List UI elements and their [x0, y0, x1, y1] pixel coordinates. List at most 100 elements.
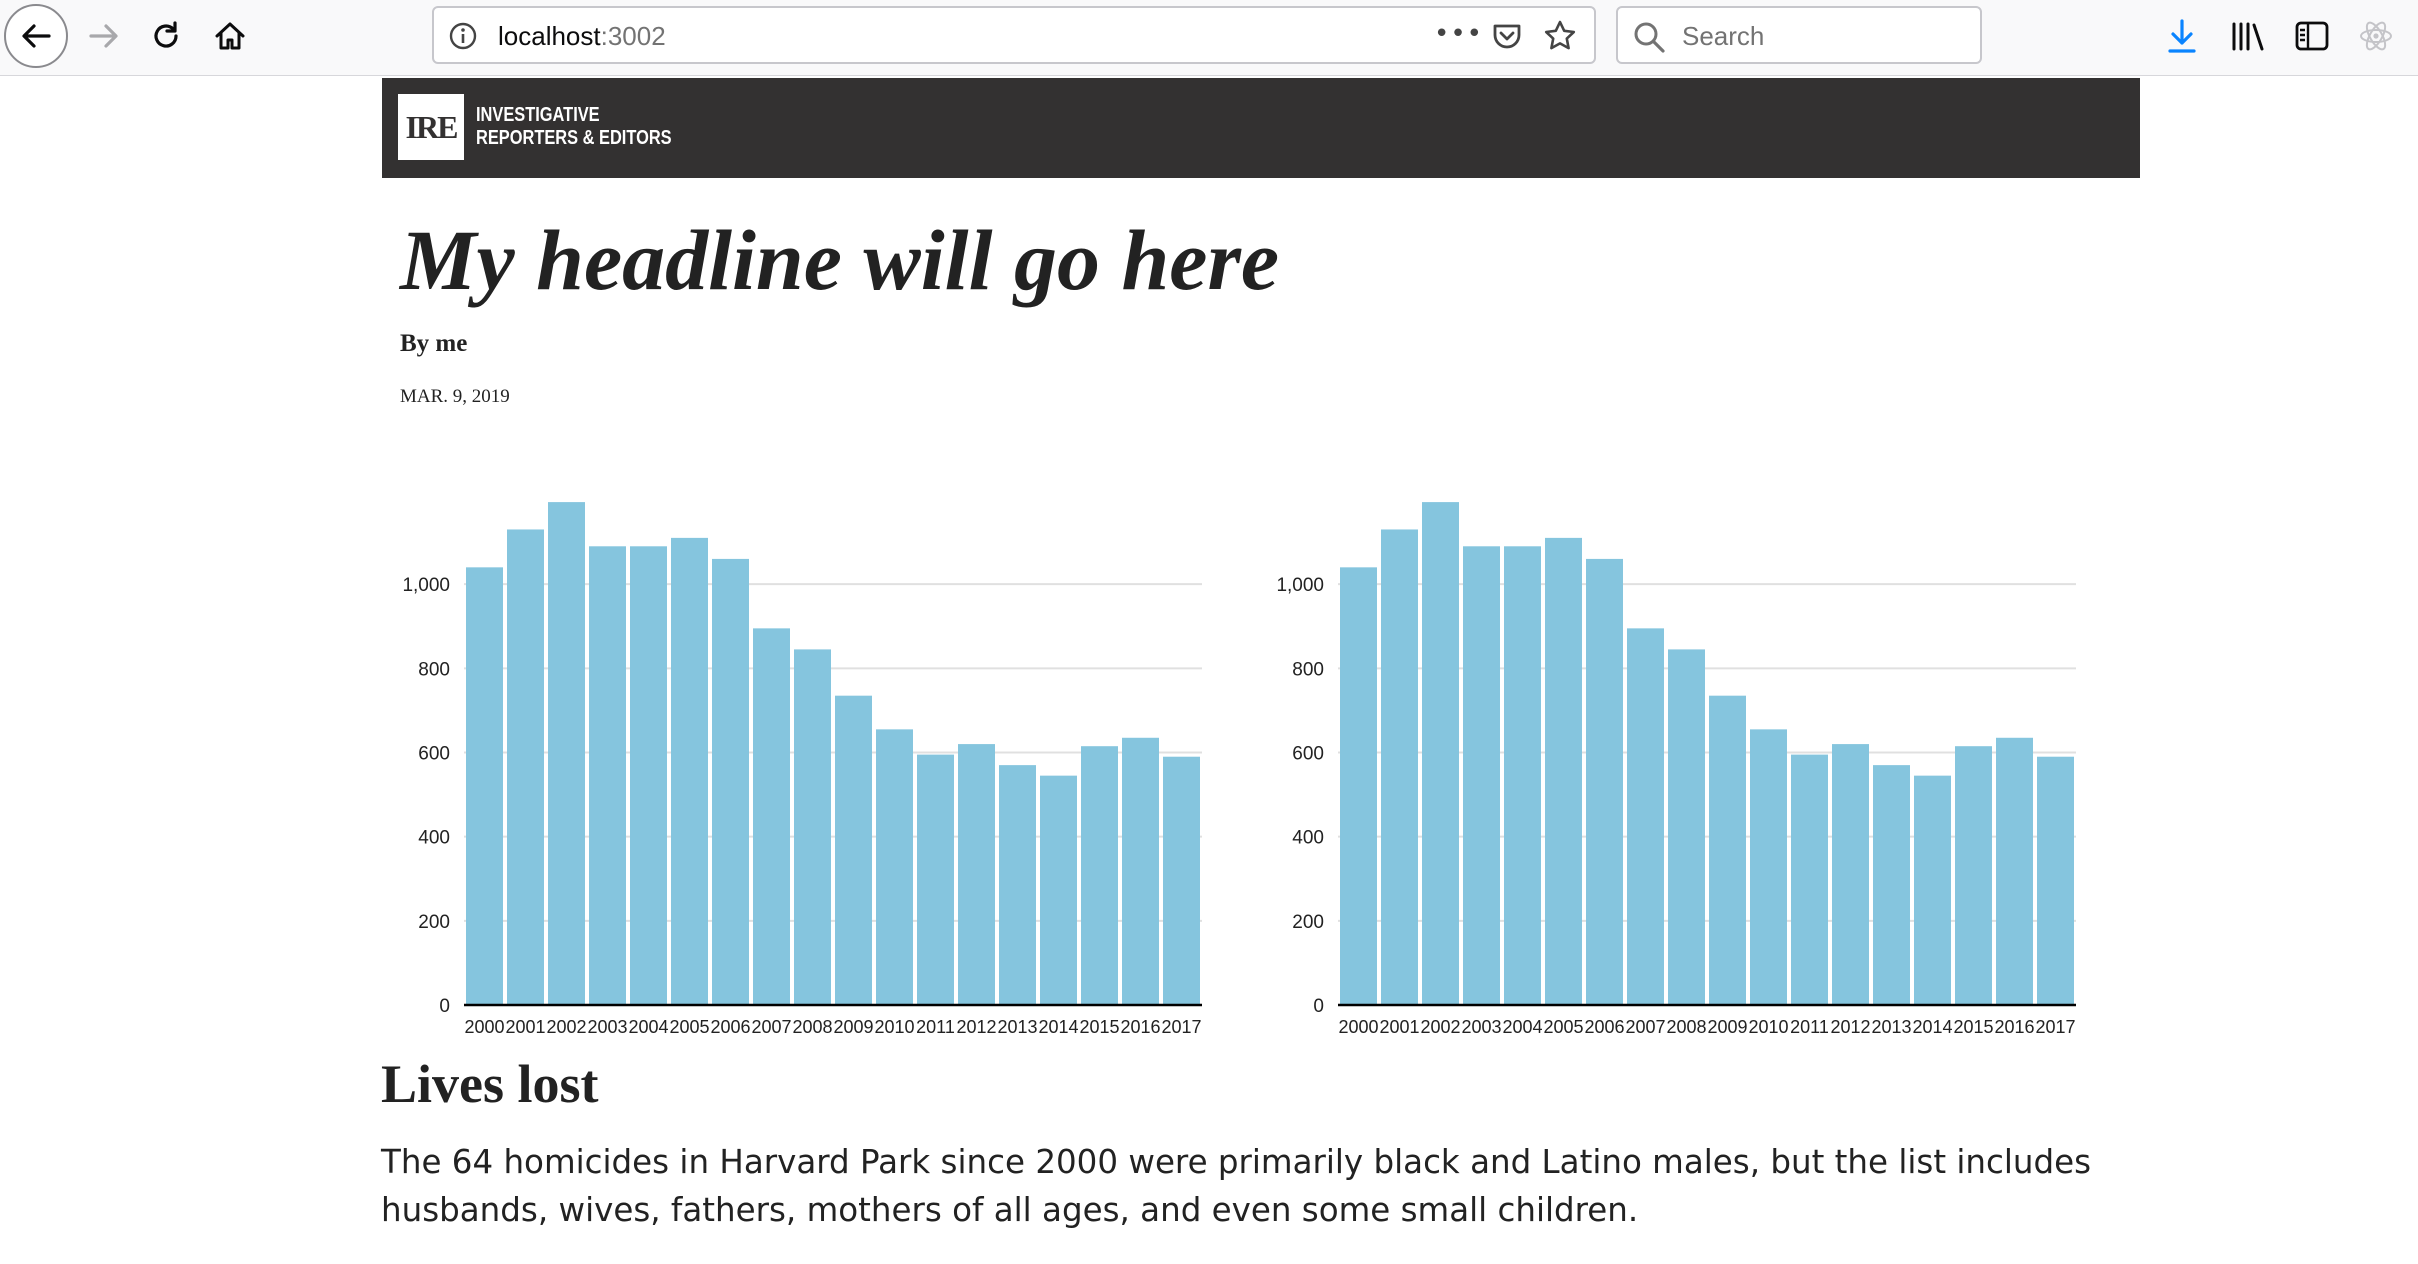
y-tick-label: 1,000: [1276, 575, 1324, 596]
arrow-right-icon: [89, 24, 118, 48]
bar-2009: [1709, 695, 1746, 1005]
bar-2014: [1040, 775, 1077, 1005]
search-icon: [1634, 22, 1665, 53]
bar-2005: [1545, 537, 1582, 1005]
bar-2004: [630, 546, 667, 1005]
download-icon: [2168, 19, 2196, 53]
home-button[interactable]: [204, 10, 256, 62]
bar-2010: [1750, 729, 1787, 1005]
bar-2014: [1914, 775, 1951, 1005]
x-tick-label: 2003: [1461, 1017, 1501, 1037]
forward-button[interactable]: [78, 10, 130, 62]
bar-2011: [917, 754, 954, 1005]
y-tick-label: 400: [418, 828, 450, 849]
bar-2016: [1122, 737, 1159, 1005]
bar-2013: [999, 765, 1036, 1005]
bar-2007: [1627, 628, 1664, 1005]
dateline: MAR. 9, 2019: [400, 386, 510, 407]
bar-2016: [1996, 737, 2033, 1005]
back-button[interactable]: [4, 4, 68, 68]
x-tick-label: 2015: [1079, 1017, 1119, 1037]
search-placeholder: Search: [1682, 21, 1765, 51]
browser-toolbar: localhost:3002 ••• Search: [0, 0, 2418, 76]
sidebar-icon: [2295, 21, 2329, 51]
bar-2001: [1381, 529, 1418, 1005]
x-tick-label: 2005: [1543, 1017, 1583, 1037]
x-tick-label: 2011: [1790, 1017, 1829, 1037]
pocket-icon[interactable]: [1490, 19, 1524, 53]
byline: By me: [400, 330, 468, 357]
x-tick-label: 2015: [1953, 1017, 1993, 1037]
bar-2001: [507, 529, 544, 1005]
bar-2015: [1081, 746, 1118, 1005]
info-icon[interactable]: [448, 21, 478, 51]
x-tick-label: 2014: [1912, 1017, 1952, 1037]
bar-2011: [1791, 754, 1828, 1005]
x-tick-label: 2012: [1830, 1017, 1870, 1037]
bar-2012: [1832, 744, 1869, 1005]
x-tick-label: 2016: [1994, 1017, 2034, 1037]
x-tick-label: 2017: [1161, 1017, 1201, 1037]
bar-2003: [589, 546, 626, 1005]
x-tick-label: 2006: [710, 1017, 750, 1037]
headline: My headline will go here: [400, 212, 1280, 308]
y-tick-label: 0: [1313, 996, 1324, 1017]
reload-button[interactable]: [140, 10, 192, 62]
reload-icon: [154, 21, 178, 48]
section-title: Lives lost: [381, 1054, 599, 1114]
x-tick-label: 2008: [1666, 1017, 1706, 1037]
url-text[interactable]: localhost:3002: [498, 21, 666, 51]
x-tick-label: 2000: [464, 1017, 504, 1037]
bar-chart-left: 0 200 400 600 800 1,000 2000 2001 2002 2003 2004 20…: [380, 500, 1220, 1054]
logo-line-2: REPORTERS & EDITORS: [476, 127, 672, 149]
x-tick-label: 2003: [587, 1017, 627, 1037]
bar-2002: [1422, 502, 1459, 1005]
x-tick-label: 2014: [1038, 1017, 1078, 1037]
y-tick-label: 200: [1292, 912, 1324, 933]
bar-2006: [712, 558, 749, 1005]
bar-2007: [753, 628, 790, 1005]
y-tick-label: 600: [418, 744, 450, 765]
body-paragraph: The 64 homicides in Harvard Park since 2…: [381, 1143, 2092, 1229]
bar-chart-svg: 02004006008001,0002000 2001 2002 2003 2004 20…: [402, 502, 1202, 1037]
x-tick-label: 2006: [1584, 1017, 1624, 1037]
page-actions-menu-button[interactable]: •••: [1434, 16, 1482, 56]
url-port: :3002: [600, 21, 666, 51]
x-tick-label: 2013: [997, 1017, 1037, 1037]
sidebar-toggle-button[interactable]: [2290, 14, 2334, 58]
y-tick-label: 400: [1292, 828, 1324, 849]
bar-2009: [835, 695, 872, 1005]
bar-2012: [958, 744, 995, 1005]
bar-2010: [876, 729, 913, 1005]
ire-logo[interactable]: IRE: [398, 94, 464, 160]
y-tick-label: 0: [439, 996, 450, 1017]
x-tick-label: 2009: [1707, 1017, 1747, 1037]
bar-2005: [671, 537, 708, 1005]
url-host: localhost: [498, 21, 601, 51]
library-button[interactable]: [2226, 14, 2270, 58]
x-tick-label: 2002: [546, 1017, 586, 1037]
logo-wordmark[interactable]: INVESTIGATIVE REPORTERS & EDITORS: [476, 104, 672, 150]
star-bookmark-icon[interactable]: [1542, 18, 1578, 54]
search-bar[interactable]: Search: [1616, 6, 1982, 64]
x-tick-label: 2001: [505, 1017, 545, 1037]
bar-2006: [1586, 558, 1623, 1005]
x-tick-label: 2011: [916, 1017, 955, 1037]
extension-button[interactable]: [2354, 14, 2398, 58]
arrow-left-icon: [22, 24, 51, 48]
url-bar[interactable]: localhost:3002 •••: [432, 6, 1596, 64]
x-tick-label: 2002: [1420, 1017, 1460, 1037]
downloads-button[interactable]: [2160, 14, 2204, 58]
y-tick-label: 600: [1292, 744, 1324, 765]
bar-2017: [2037, 756, 2074, 1005]
bar-2000: [1340, 567, 1377, 1005]
bar-2004: [1504, 546, 1541, 1005]
y-tick-label: 800: [1292, 659, 1324, 680]
site-header: IRE INVESTIGATIVE REPORTERS & EDITORS: [382, 78, 2140, 178]
bar-2008: [1668, 649, 1705, 1005]
x-tick-label: 2012: [956, 1017, 996, 1037]
bar-2000: [466, 567, 503, 1005]
bar-2003: [1463, 546, 1500, 1005]
x-tick-label: 2009: [833, 1017, 873, 1037]
bar-2015: [1955, 746, 1992, 1005]
